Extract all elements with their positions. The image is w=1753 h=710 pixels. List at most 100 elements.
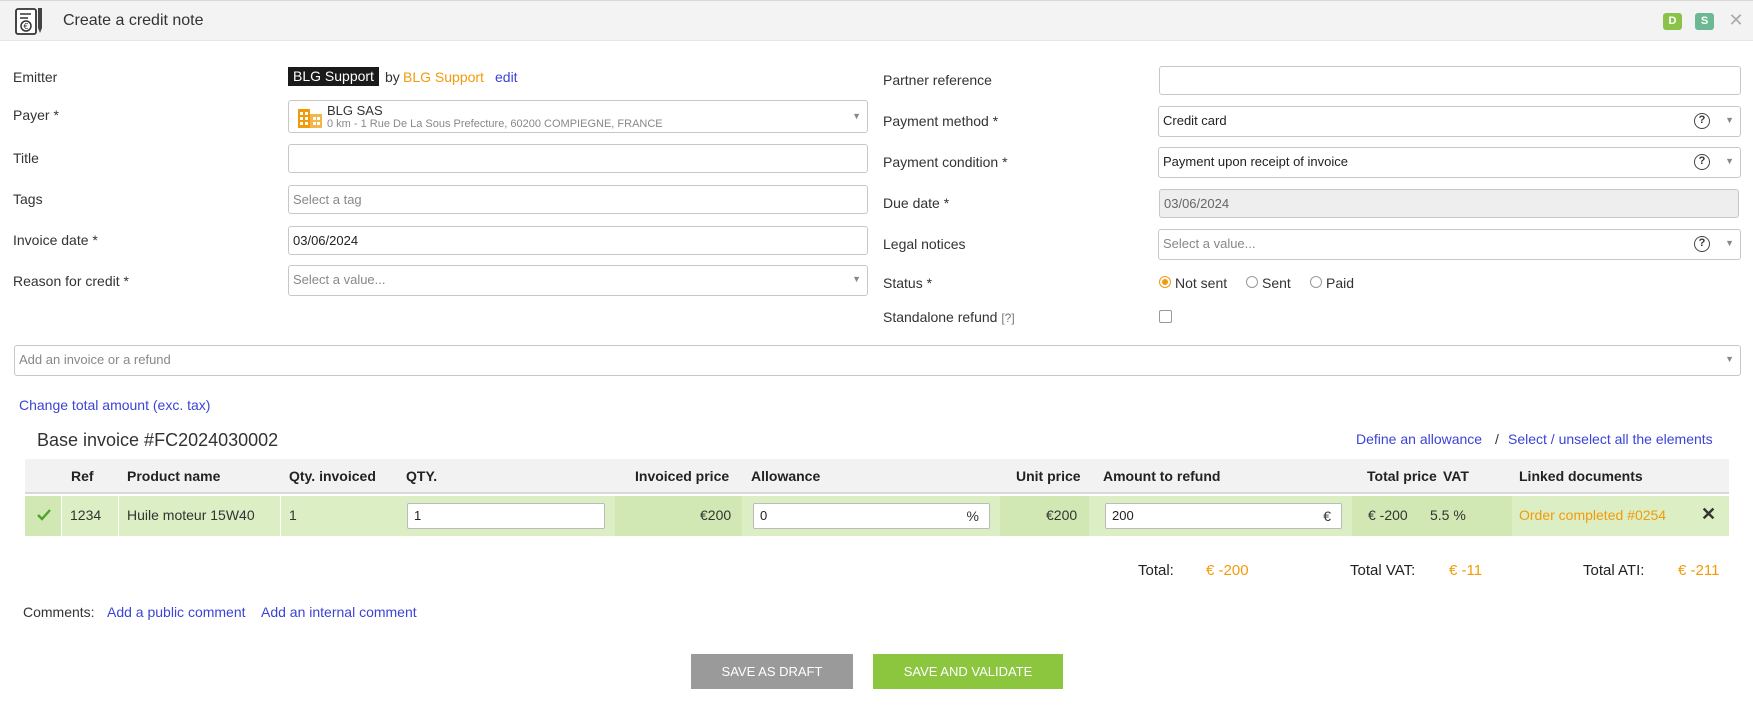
remove-row-icon[interactable]: ✕ (1701, 504, 1716, 525)
payment-method-value: Credit card (1163, 113, 1227, 128)
status-option-paid[interactable]: Paid (1326, 275, 1354, 291)
help-icon[interactable]: ? (1694, 236, 1710, 252)
invoice-date-input[interactable]: 03/06/2024 (288, 226, 868, 255)
row-amount-refund-input[interactable]: 200 € (1105, 503, 1342, 529)
chevron-down-icon: ▼ (852, 111, 861, 121)
chevron-down-icon: ▼ (852, 274, 861, 284)
standalone-refund-checkbox[interactable] (1159, 310, 1172, 323)
payment-condition-select[interactable]: Payment upon receipt of invoice ? ▼ (1158, 147, 1741, 178)
add-internal-comment-link[interactable]: Add an internal comment (261, 604, 417, 620)
cell-divider (118, 496, 119, 536)
emitter-name-link[interactable]: BLG Support (403, 69, 484, 85)
table-row[interactable]: 1234 Huile moteur 15W40 1 1 €200 0 % €20… (25, 496, 1729, 536)
row-product: Huile moteur 15W40 (127, 507, 255, 523)
status-option-not-sent[interactable]: Not sent (1175, 275, 1227, 291)
row-amount-refund-value: 200 (1112, 508, 1134, 523)
partner-reference-input[interactable] (1159, 66, 1741, 95)
row-allowance-input[interactable]: 0 % (753, 503, 990, 529)
status-radio-paid[interactable] (1310, 276, 1322, 288)
status-radio-sent[interactable] (1246, 276, 1258, 288)
invoice-date-label: Invoice date * (13, 232, 98, 248)
total-value: € -200 (1206, 562, 1249, 579)
help-icon[interactable]: ? (1694, 154, 1710, 170)
close-icon[interactable]: ✕ (1727, 11, 1745, 29)
total-label: Total: (1138, 562, 1174, 579)
add-public-comment-link[interactable]: Add a public comment (107, 604, 246, 620)
standalone-refund-label: Standalone refund [?] (883, 309, 1015, 325)
col-product: Product name (127, 468, 221, 484)
user-badge-s[interactable]: S (1695, 13, 1714, 30)
due-date-input: 03/06/2024 (1159, 189, 1739, 218)
change-total-link[interactable]: Change total amount (exc. tax) (19, 397, 210, 413)
payer-select[interactable]: BLG SAS 0 km - 1 Rue De La Sous Prefectu… (288, 100, 868, 133)
standalone-refund-help[interactable]: [?] (1001, 311, 1014, 325)
col-total-price: Total price (1367, 468, 1437, 484)
chevron-down-icon: ▼ (1725, 238, 1734, 248)
col-amount-refund: Amount to refund (1103, 468, 1221, 484)
col-qty: QTY. (406, 468, 438, 484)
emitter-tag: BLG Support (288, 67, 379, 86)
status-option-sent[interactable]: Sent (1262, 275, 1291, 291)
payment-method-select[interactable]: Credit card ? ▼ (1158, 106, 1741, 137)
add-invoice-select[interactable]: Add an invoice or a refund ▼ (14, 345, 1741, 376)
col-linked-docs: Linked documents (1519, 468, 1643, 484)
svg-text:€: € (24, 22, 29, 31)
payer-address: 0 km - 1 Rue De La Sous Prefecture, 6020… (327, 118, 663, 130)
building-icon (298, 109, 322, 128)
save-and-validate-button[interactable]: SAVE AND VALIDATE (873, 654, 1063, 689)
select-all-link[interactable]: Select / unselect all the elements (1508, 431, 1713, 447)
status-radio-not-sent[interactable] (1159, 276, 1171, 288)
row-qty-input[interactable]: 1 (407, 503, 605, 529)
user-badge-d[interactable]: D (1663, 13, 1682, 30)
payment-method-label: Payment method * (883, 113, 999, 129)
standalone-refund-text: Standalone refund (883, 309, 998, 325)
partner-reference-label: Partner reference (883, 72, 992, 88)
window-header: € Create a credit note D S ✕ (0, 0, 1753, 41)
check-icon[interactable] (36, 507, 52, 523)
reason-placeholder: Select a value... (293, 272, 386, 287)
items-table-header: Ref Product name Qty. invoiced QTY. Invo… (25, 459, 1729, 494)
add-invoice-placeholder: Add an invoice or a refund (19, 352, 171, 367)
link-separator: / (1495, 431, 1499, 447)
total-vat-value: € -11 (1449, 562, 1483, 579)
title-input[interactable] (288, 144, 868, 173)
col-invoiced-price: Invoiced price (635, 468, 730, 484)
col-ref: Ref (71, 468, 94, 484)
emitter-by: by (385, 69, 400, 85)
legal-notices-select[interactable]: Select a value... ? ▼ (1158, 229, 1741, 260)
legal-notices-placeholder: Select a value... (1163, 236, 1256, 251)
col-unit-price: Unit price (1016, 468, 1081, 484)
define-allowance-link[interactable]: Define an allowance (1356, 431, 1482, 447)
tags-label: Tags (13, 191, 43, 207)
row-allowance-value: 0 (760, 508, 768, 523)
emitter-edit-link[interactable]: edit (495, 69, 518, 85)
due-date-label: Due date * (883, 195, 950, 211)
col-allowance: Allowance (751, 468, 821, 484)
legal-notices-label: Legal notices (883, 236, 966, 252)
col-vat: VAT (1443, 468, 1469, 484)
euro-suffix: € (1323, 508, 1331, 524)
row-invoiced-price: €200 (700, 507, 732, 523)
status-label: Status * (883, 275, 933, 291)
reason-select[interactable]: Select a value... ▼ (288, 265, 868, 296)
help-icon[interactable]: ? (1694, 113, 1710, 129)
chevron-down-icon: ▼ (1725, 354, 1734, 364)
total-ati-label: Total ATI: (1583, 562, 1645, 579)
percent-suffix: % (966, 508, 979, 524)
title-label: Title (13, 150, 39, 166)
base-invoice-title: Base invoice #FC2024030002 (37, 430, 279, 450)
comments-label: Comments: (23, 604, 95, 620)
save-as-draft-button[interactable]: SAVE AS DRAFT (691, 654, 853, 689)
payment-condition-label: Payment condition * (883, 154, 1008, 170)
row-ref: 1234 (70, 507, 102, 523)
window-title: Create a credit note (63, 12, 204, 29)
payer-name: BLG SAS (327, 103, 383, 118)
total-vat-label: Total VAT: (1350, 562, 1416, 579)
cell-divider (61, 496, 62, 536)
row-qty-invoiced: 1 (289, 507, 297, 523)
tags-input[interactable]: Select a tag (288, 185, 868, 214)
row-total-price: € -200 (1368, 507, 1408, 523)
emitter-label: Emitter (13, 69, 58, 85)
col-qty-invoiced: Qty. invoiced (289, 468, 376, 484)
row-linked-doc-link[interactable]: Order completed #0254 (1519, 507, 1666, 523)
